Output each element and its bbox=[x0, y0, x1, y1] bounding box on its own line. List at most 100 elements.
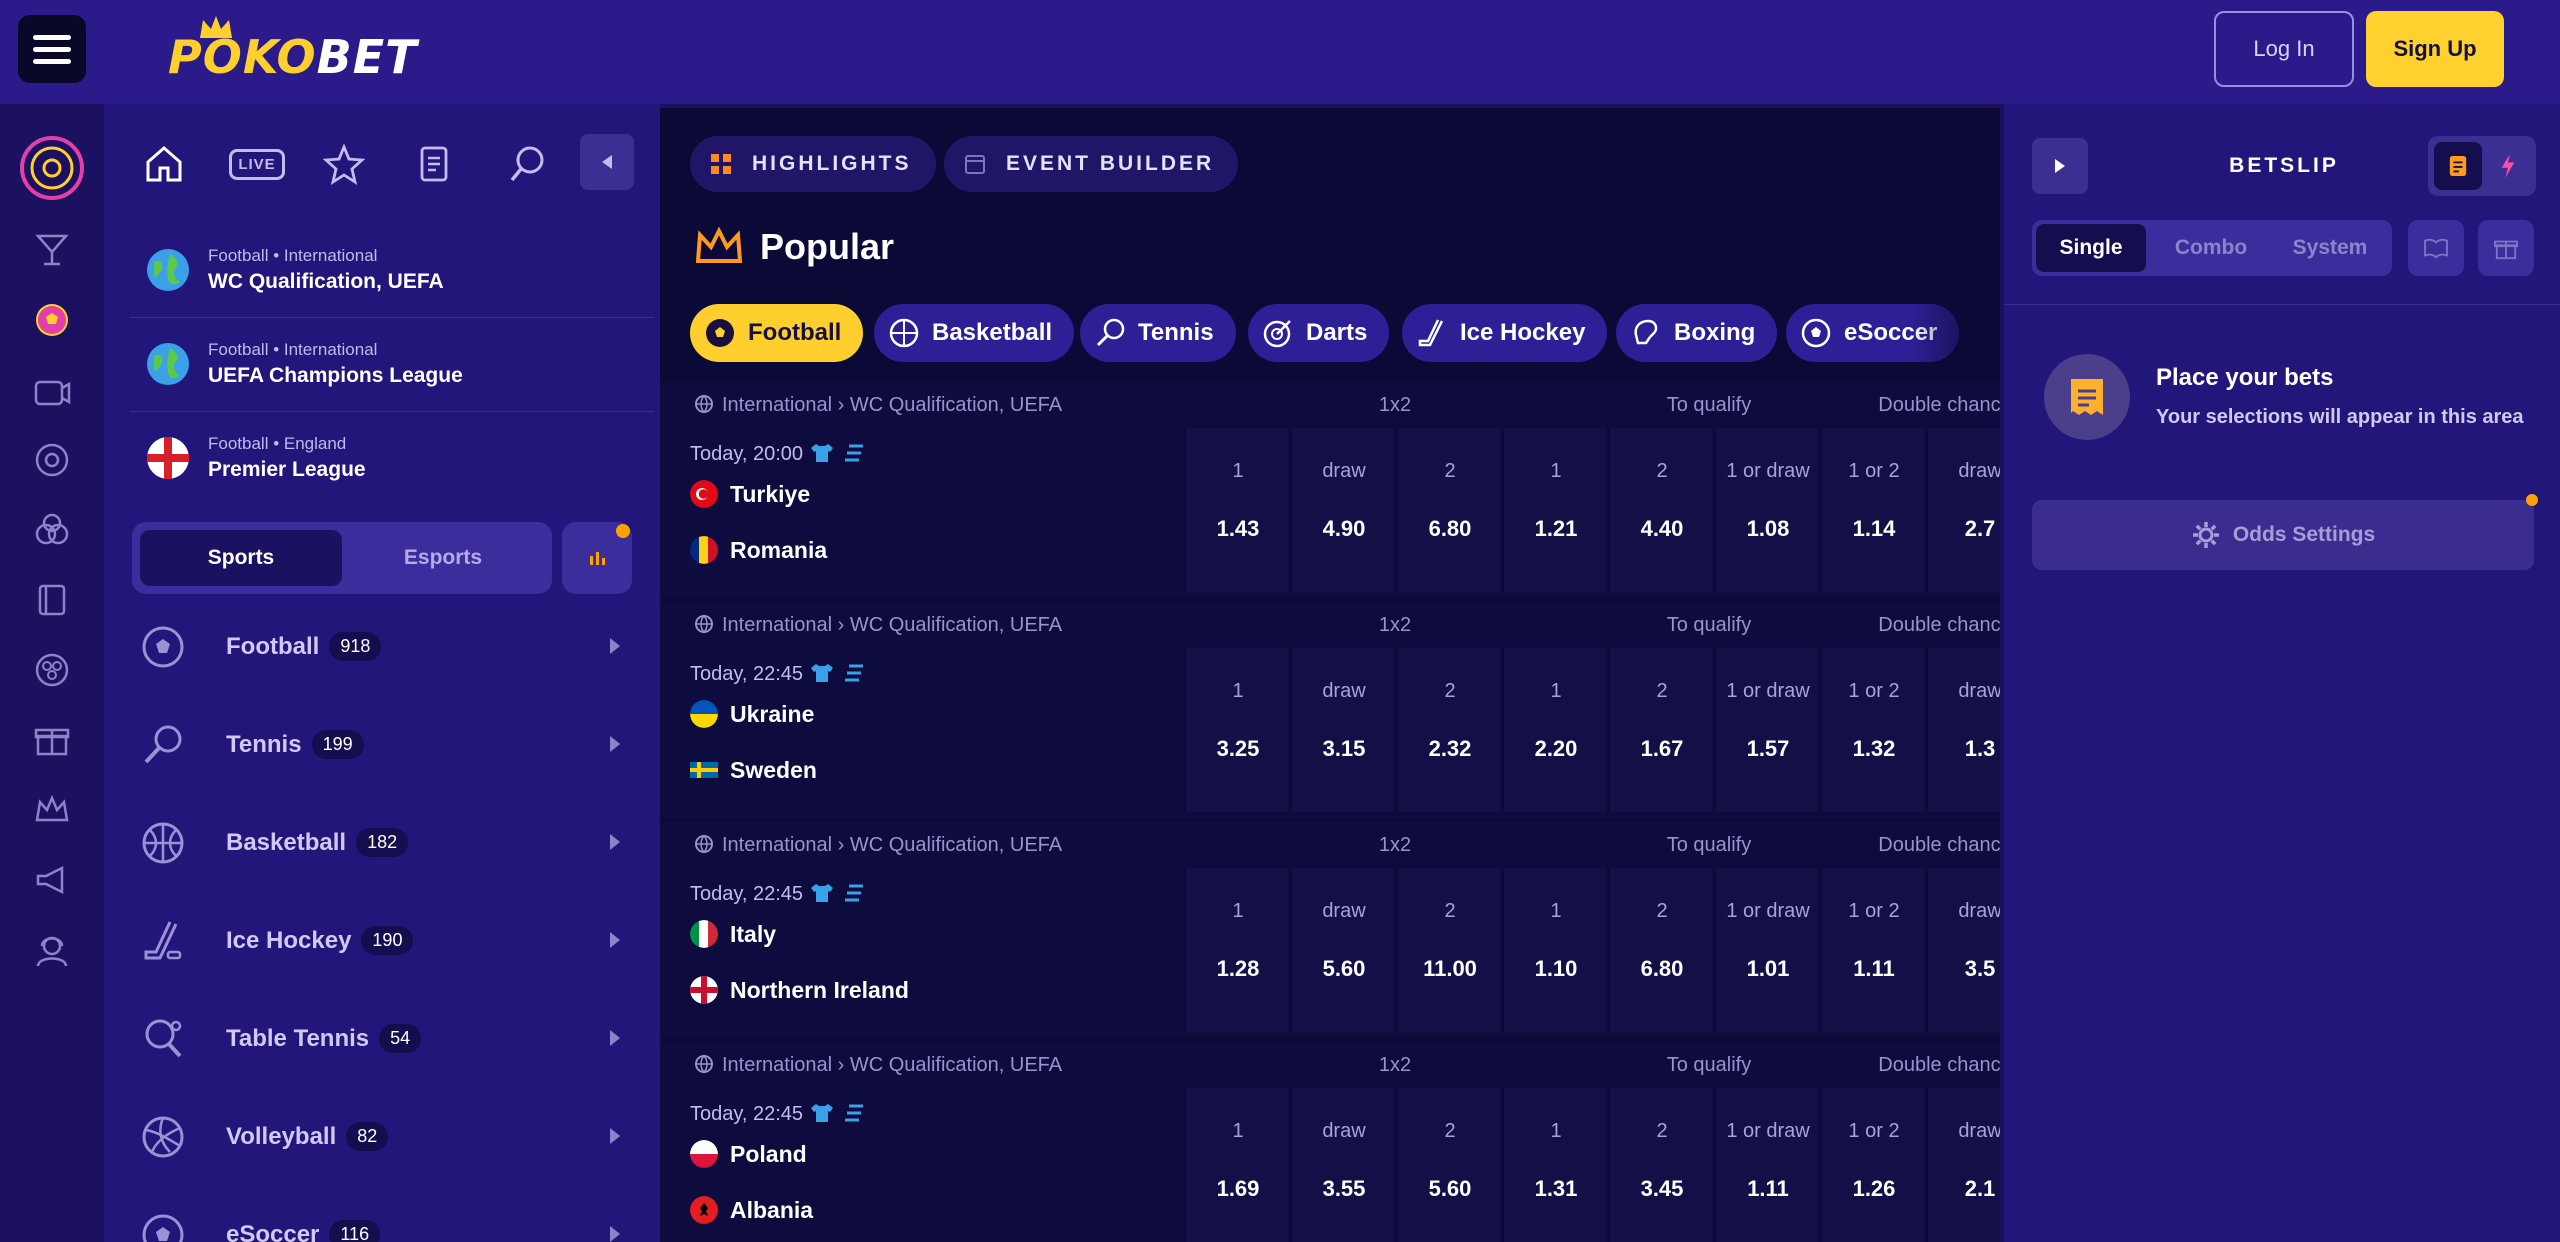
bonus-button[interactable] bbox=[2478, 220, 2534, 276]
rail-cocktail[interactable] bbox=[28, 226, 76, 274]
rail-vip[interactable] bbox=[28, 786, 76, 834]
odd-button[interactable]: draw 4.90 bbox=[1290, 428, 1394, 592]
event-competition[interactable]: International › WC Qualification, UEFA bbox=[694, 1054, 1062, 1077]
menu-button[interactable] bbox=[18, 15, 86, 83]
odds-settings-button[interactable]: Odds Settings bbox=[2032, 500, 2534, 570]
event-competition[interactable]: International › WC Qualification, UEFA bbox=[694, 394, 1062, 417]
booking-code-button[interactable] bbox=[2408, 220, 2464, 276]
odd-button[interactable]: 2 3.45 bbox=[1608, 1088, 1712, 1242]
odd-button[interactable]: 1 or draw 1.08 bbox=[1714, 428, 1818, 592]
tab-event-builder[interactable]: EVENT BUILDER bbox=[944, 136, 1239, 192]
event-competition[interactable]: International › WC Qualification, UEFA bbox=[694, 614, 1062, 637]
chip-football[interactable]: Football bbox=[690, 304, 864, 362]
sport-item-volleyball[interactable]: Volleyball 82 bbox=[132, 1102, 632, 1172]
odd-button[interactable]: 1 1.69 bbox=[1184, 1088, 1288, 1242]
league-item[interactable]: Football • International UEFA Champions … bbox=[130, 320, 654, 412]
rail-roulette[interactable] bbox=[28, 436, 76, 484]
signup-button[interactable]: Sign Up bbox=[2366, 11, 2504, 87]
odd-value: 1.14 bbox=[1852, 516, 1896, 541]
live-button[interactable]: LIVE bbox=[222, 134, 292, 194]
rail-sports[interactable] bbox=[28, 296, 76, 344]
odd-button[interactable]: 1 1.21 bbox=[1502, 428, 1606, 592]
my-bets-button[interactable] bbox=[406, 134, 466, 194]
odd-button[interactable]: 2 11.00 bbox=[1396, 868, 1500, 1032]
odd-button[interactable]: 1 2.20 bbox=[1502, 648, 1606, 812]
chip-tennis[interactable]: Tennis bbox=[1080, 304, 1236, 362]
odd-value: 1.43 bbox=[1216, 516, 1260, 541]
sport-item-football[interactable]: Football 918 bbox=[132, 612, 632, 682]
odd-button[interactable]: draw 3.55 bbox=[1290, 1088, 1394, 1242]
favorites-button[interactable] bbox=[314, 134, 374, 194]
tab-highlights[interactable]: HIGHLIGHTS bbox=[690, 136, 936, 192]
odd-button[interactable]: 1 or 2 1.26 bbox=[1820, 1088, 1924, 1242]
group-header-to-qualify: To qualify bbox=[1666, 394, 1752, 416]
rail-promotions[interactable] bbox=[28, 716, 76, 764]
odd-button[interactable]: draw 5.60 bbox=[1290, 868, 1394, 1032]
odd-button[interactable]: 2 6.80 bbox=[1396, 428, 1500, 592]
odd-button[interactable]: draw 3.5 bbox=[1926, 868, 2000, 1032]
odd-button[interactable]: 1 or draw 1.01 bbox=[1714, 868, 1818, 1032]
odd-button[interactable]: draw 2.7 bbox=[1926, 428, 2000, 592]
odd-value: 5.60 bbox=[1322, 956, 1366, 981]
odds-settings-label: Odds Settings bbox=[2232, 523, 2376, 546]
bet-type-single[interactable]: Single bbox=[2036, 224, 2146, 272]
odd-button[interactable]: 1 or 2 1.14 bbox=[1820, 428, 1924, 592]
rail-book[interactable] bbox=[28, 576, 76, 624]
stats-lines-icon bbox=[845, 444, 864, 462]
sport-item-esoccer[interactable]: eSoccer 116 bbox=[132, 1200, 632, 1242]
rail-support[interactable] bbox=[28, 926, 76, 974]
odd-button[interactable]: 1 or draw 1.11 bbox=[1714, 1088, 1818, 1242]
odd-button[interactable]: 2 1.67 bbox=[1608, 648, 1712, 812]
betslip-mode-quick[interactable] bbox=[2484, 142, 2532, 190]
odd-button[interactable]: 1 1.43 bbox=[1184, 428, 1288, 592]
odd-button[interactable]: 2 4.40 bbox=[1608, 428, 1712, 592]
league-item[interactable]: Football • England Premier League bbox=[130, 414, 654, 506]
odd-button[interactable]: 1 or 2 1.32 bbox=[1820, 648, 1924, 812]
chip-basketball[interactable]: Basketball bbox=[874, 304, 1075, 362]
globe-flag-icon bbox=[147, 343, 189, 385]
betslip-collapse-button[interactable] bbox=[2032, 138, 2088, 194]
odd-button[interactable]: draw 1.3 bbox=[1926, 648, 2000, 812]
logo[interactable]: POKOBET bbox=[168, 16, 418, 84]
odd-button[interactable]: draw 3.15 bbox=[1290, 648, 1394, 812]
league-item[interactable]: Football • International WC Qualificatio… bbox=[130, 226, 654, 318]
odd-button[interactable]: 2 2.32 bbox=[1396, 648, 1500, 812]
login-button[interactable]: Log In bbox=[2214, 11, 2354, 87]
team-name: Italy bbox=[730, 921, 777, 947]
sports-tab[interactable]: Sports bbox=[140, 530, 342, 586]
odd-button[interactable]: 2 6.80 bbox=[1608, 868, 1712, 1032]
event-competition[interactable]: International › WC Qualification, UEFA bbox=[694, 834, 1062, 857]
sport-item-ice-hockey[interactable]: Ice Hockey 190 bbox=[132, 906, 632, 976]
rail-news[interactable] bbox=[28, 856, 76, 904]
odd-button[interactable]: 1 1.31 bbox=[1502, 1088, 1606, 1242]
betslip-title: BETSLIP bbox=[2229, 154, 2339, 177]
bet-type-system[interactable]: System bbox=[2272, 224, 2388, 272]
rail-cards[interactable] bbox=[28, 506, 76, 554]
sport-item-tennis[interactable]: Tennis 199 bbox=[132, 710, 632, 780]
chip-boxing[interactable]: Boxing bbox=[1616, 304, 1778, 362]
search-button[interactable] bbox=[498, 134, 558, 194]
nav-top-icons: LIVE bbox=[134, 134, 644, 194]
bet-type-combo[interactable]: Combo bbox=[2156, 224, 2266, 272]
stats-button[interactable] bbox=[562, 522, 632, 594]
rail-live[interactable] bbox=[28, 366, 76, 414]
rail-casino-wheel[interactable] bbox=[18, 134, 86, 202]
collapse-nav-button[interactable] bbox=[580, 134, 634, 190]
odd-button[interactable]: draw 2.1 bbox=[1926, 1088, 2000, 1242]
rail-lotto[interactable] bbox=[28, 646, 76, 694]
odd-button[interactable]: 1 3.25 bbox=[1184, 648, 1288, 812]
odd-button[interactable]: 1 or 2 1.11 bbox=[1820, 868, 1924, 1032]
betslip-mode-standard[interactable] bbox=[2434, 142, 2482, 190]
sport-item-basketball[interactable]: Basketball 182 bbox=[132, 808, 632, 878]
odd-button[interactable]: 2 5.60 bbox=[1396, 1088, 1500, 1242]
chip-ice-hockey[interactable]: Ice Hockey bbox=[1402, 304, 1608, 362]
esports-tab[interactable]: Esports bbox=[342, 530, 544, 586]
odd-button[interactable]: 1 1.10 bbox=[1502, 868, 1606, 1032]
chip-darts[interactable]: Darts bbox=[1248, 304, 1390, 362]
home-button[interactable] bbox=[134, 134, 194, 194]
sport-item-table-tennis[interactable]: Table Tennis 54 bbox=[132, 1004, 632, 1074]
group-header-1x2: 1x2 bbox=[1378, 614, 1412, 636]
competition-text: International › WC Qualification, UEFA bbox=[722, 834, 1063, 856]
odd-button[interactable]: 1 1.28 bbox=[1184, 868, 1288, 1032]
odd-button[interactable]: 1 or draw 1.57 bbox=[1714, 648, 1818, 812]
